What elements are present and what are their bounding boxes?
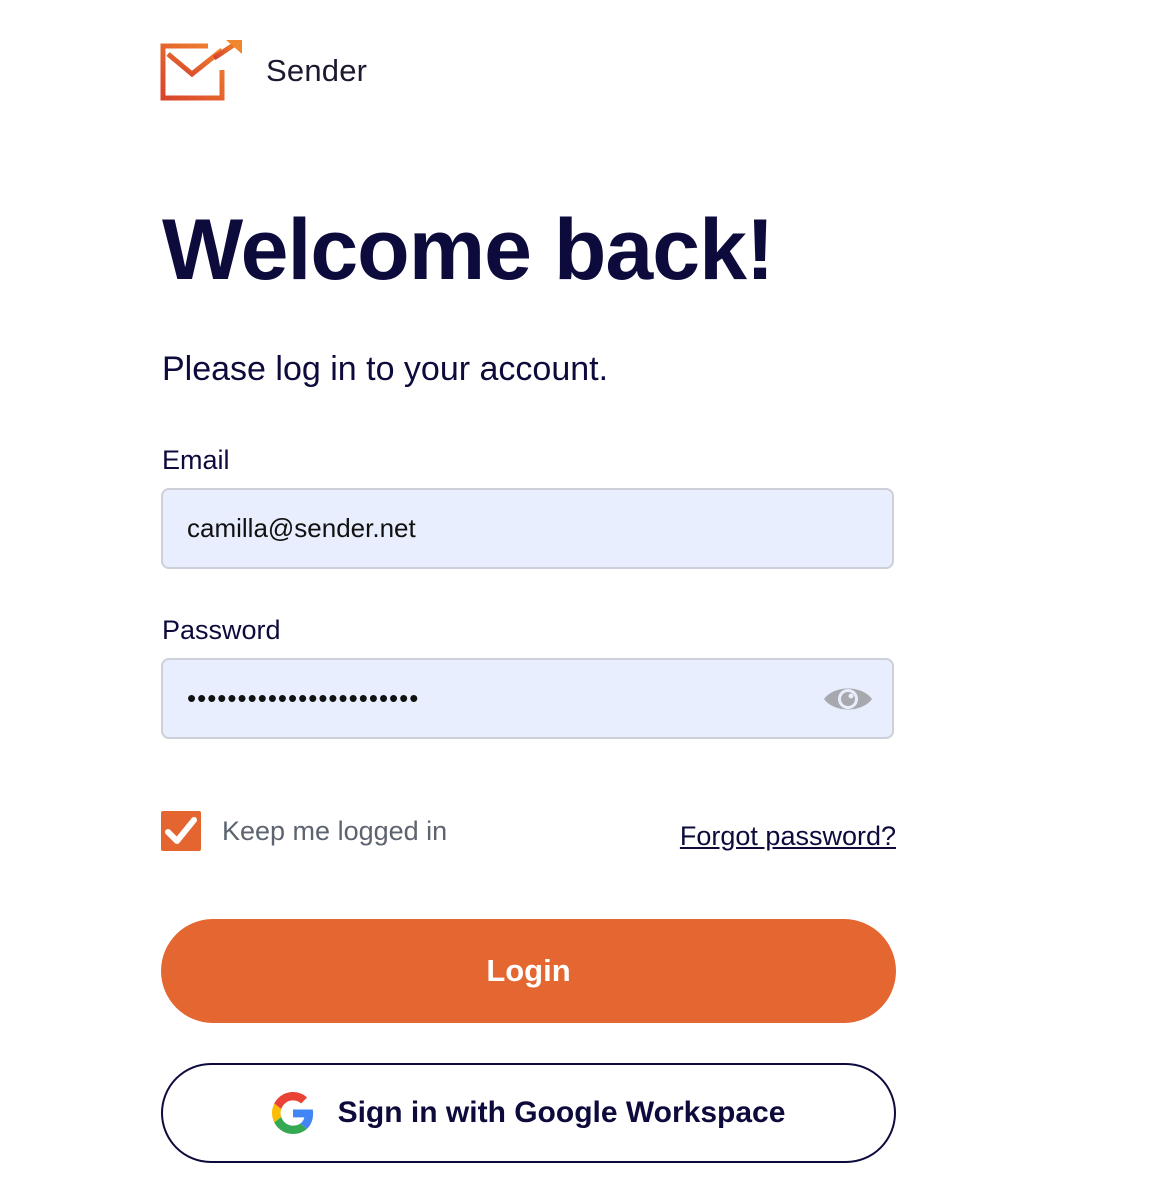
keep-logged-in-label[interactable]: Keep me logged in	[222, 815, 447, 847]
page-subtitle: Please log in to your account.	[162, 350, 609, 388]
envelope-arrow-icon	[160, 40, 242, 101]
checkmark-icon	[165, 817, 197, 844]
password-field[interactable]	[187, 660, 787, 737]
email-field[interactable]	[187, 490, 787, 567]
keep-logged-in-checkbox[interactable]	[161, 811, 201, 851]
password-label: Password	[162, 615, 281, 645]
google-signin-button[interactable]: Sign in with Google Workspace	[161, 1063, 896, 1163]
eye-icon[interactable]	[822, 682, 874, 716]
email-label: Email	[162, 445, 230, 475]
brand-name: Sender	[266, 53, 368, 88]
page-title: Welcome back!	[162, 202, 775, 298]
brand-logo[interactable]: Sender	[160, 40, 367, 102]
email-field-box[interactable]	[161, 488, 894, 569]
google-signin-label: Sign in with Google Workspace	[337, 1096, 786, 1129]
login-button[interactable]: Login	[161, 919, 896, 1023]
forgot-password-link[interactable]: Forgot password?	[680, 820, 896, 852]
google-g-icon	[271, 1092, 313, 1134]
password-field-box[interactable]	[161, 658, 894, 739]
